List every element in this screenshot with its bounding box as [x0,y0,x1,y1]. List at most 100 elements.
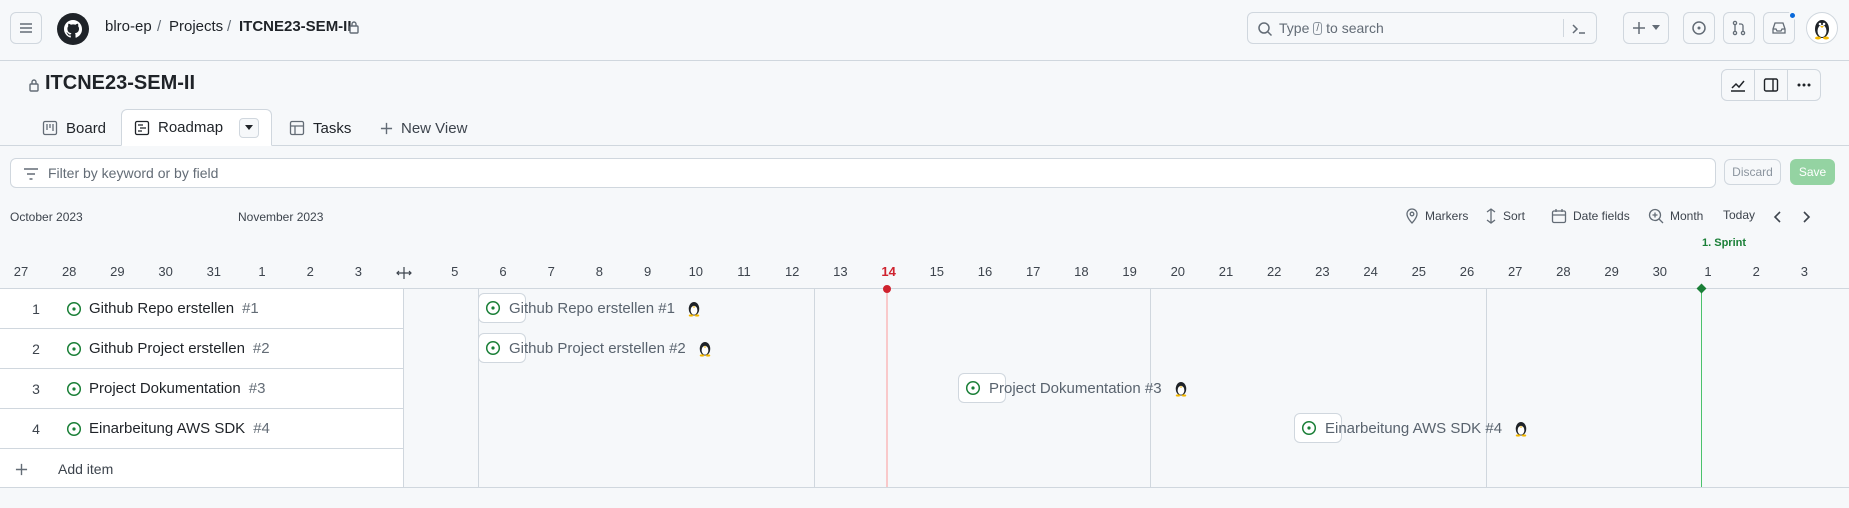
github-logo-icon[interactable] [57,13,89,45]
date-fields-button[interactable]: Date fields [1551,208,1630,224]
day-tick-label: 22 [1266,264,1282,279]
issue-opened-icon [965,380,981,396]
month-label: October 2023 [10,210,83,224]
calendar-icon [1551,209,1567,224]
hamburger-icon [20,23,32,33]
tab-roadmap[interactable]: Roadmap [121,109,273,146]
roadmap-item-bar[interactable]: Einarbeitung AWS SDK #4 [1294,413,1527,443]
insights-button[interactable] [1721,69,1755,101]
day-tick-label: 28 [1556,264,1571,279]
roadmap-item-bar[interactable]: Github Repo erstellen #1 [478,293,700,323]
sprint-marker-label: 1. Sprint [1702,237,1747,249]
assignee-avatar-icon [688,302,700,317]
row-number: 3 [32,381,40,397]
day-tick-label: 13 [833,264,848,279]
bar-label: Github Project erstellen #2 [509,339,686,357]
table-row[interactable]: 1 Github Repo erstellen #1 [0,289,404,329]
item-title-link[interactable]: Github Repo erstellen #1 [89,300,259,317]
markers-label: Markers [1425,209,1469,223]
pull-requests-button[interactable] [1723,12,1755,44]
search-text-after: to search [1326,20,1384,36]
project-board-icon [42,120,58,136]
more-options-button[interactable] [1787,69,1821,101]
markers-button[interactable]: Markers [1405,208,1468,224]
issue-opened-icon [1692,21,1706,35]
item-title-link[interactable]: Einarbeitung AWS SDK #4 [89,420,270,437]
table-row[interactable]: 3 Project Dokumentation #3 [0,369,404,409]
bar-label: Github Repo erstellen #1 [509,299,675,317]
month-label: November 2023 [238,210,324,224]
day-tick-label: 1 [258,264,266,279]
sort-button[interactable]: Sort [1485,208,1525,224]
item-title-link[interactable]: Project Dokumentation #3 [89,380,265,397]
tab-label: Tasks [313,119,352,137]
plus-icon [380,122,393,134]
new-view-button[interactable]: New View [380,110,467,146]
day-tick-label: 26 [1459,264,1475,279]
sprint-line [1701,289,1702,488]
create-new-button[interactable] [1623,12,1669,44]
issue-opened-icon [66,421,82,437]
triangle-down-icon [245,124,254,130]
breadcrumb-projects[interactable]: Projects [169,18,223,35]
item-title: Project Dokumentation [89,380,241,397]
side-panel-button[interactable] [1754,69,1788,101]
tab-label: Roadmap [158,119,224,136]
day-tick-label: 2 [306,264,314,279]
tux-avatar-icon [1815,20,1829,40]
discard-button[interactable]: Discard [1724,159,1781,185]
command-palette-icon[interactable] [1571,21,1587,37]
search-placeholder: Type / to search [1279,20,1384,36]
issue-number: #1 [242,300,259,317]
item-title: Github Repo erstellen [89,300,235,317]
row-number: 1 [32,301,40,317]
tab-board[interactable]: Board [42,110,106,146]
search-text-before: Type [1279,20,1310,36]
issue-number: #4 [253,420,270,437]
today-button[interactable]: Today [1723,208,1755,222]
table-row[interactable]: 2 Github Project erstellen #2 [0,329,404,369]
search-input[interactable]: Type / to search [1247,12,1597,44]
menu-button[interactable] [10,12,42,44]
resize-handle-icon[interactable] [396,266,412,280]
date-fields-label: Date fields [1573,209,1630,223]
item-title-link[interactable]: Github Project erstellen #2 [89,340,270,357]
assignee-avatar-icon [1175,382,1186,397]
kebab-horizontal-icon [1797,83,1811,87]
day-tick-label: 21 [1218,264,1234,279]
day-tick-label: 29 [1604,264,1619,279]
day-tick-label: 30 [158,264,173,279]
save-button[interactable]: Save [1790,159,1835,185]
breadcrumb-owner[interactable]: blro-ep [105,18,152,35]
day-tick-label: 23 [1315,264,1330,279]
day-tick-label: 6 [499,264,507,279]
project-roadmap-icon [134,120,150,135]
day-tick-label: 29 [110,264,125,279]
issues-button[interactable] [1683,12,1715,44]
day-tick-label: 9 [643,264,652,279]
breadcrumb-project[interactable]: ITCNE23-SEM-II [239,18,352,35]
day-tick-label: 28 [61,264,77,279]
week-gridline [814,289,815,488]
issue-opened-icon [66,301,82,317]
roadmap-item-bar[interactable]: Github Project erstellen #2 [478,333,711,363]
roadmap-item-bar[interactable]: Project Dokumentation #3 [958,373,1186,403]
add-item-button[interactable]: Add item [0,451,404,488]
day-tick-label: 2 [1752,264,1760,279]
next-period-button[interactable] [1799,210,1813,224]
tab-tasks[interactable]: Tasks [289,110,351,146]
avatar[interactable] [1806,12,1838,44]
issue-opened-icon [66,381,82,397]
zoom-button[interactable]: Month [1648,208,1703,224]
tab-label: Board [66,119,107,137]
previous-period-button[interactable] [1771,210,1785,224]
assignee-avatar-icon [699,342,711,357]
day-tick-label: 3 [354,264,362,279]
table-row[interactable]: 4 Einarbeitung AWS SDK #4 [0,409,404,449]
day-tick-label: 24 [1363,264,1378,279]
filter-input[interactable]: Filter by keyword or by field [10,158,1716,188]
row-number: 2 [32,341,40,357]
view-options-button[interactable] [239,117,260,138]
day-tick-label: 16 [977,264,993,279]
filter-placeholder: Filter by keyword or by field [48,165,219,181]
